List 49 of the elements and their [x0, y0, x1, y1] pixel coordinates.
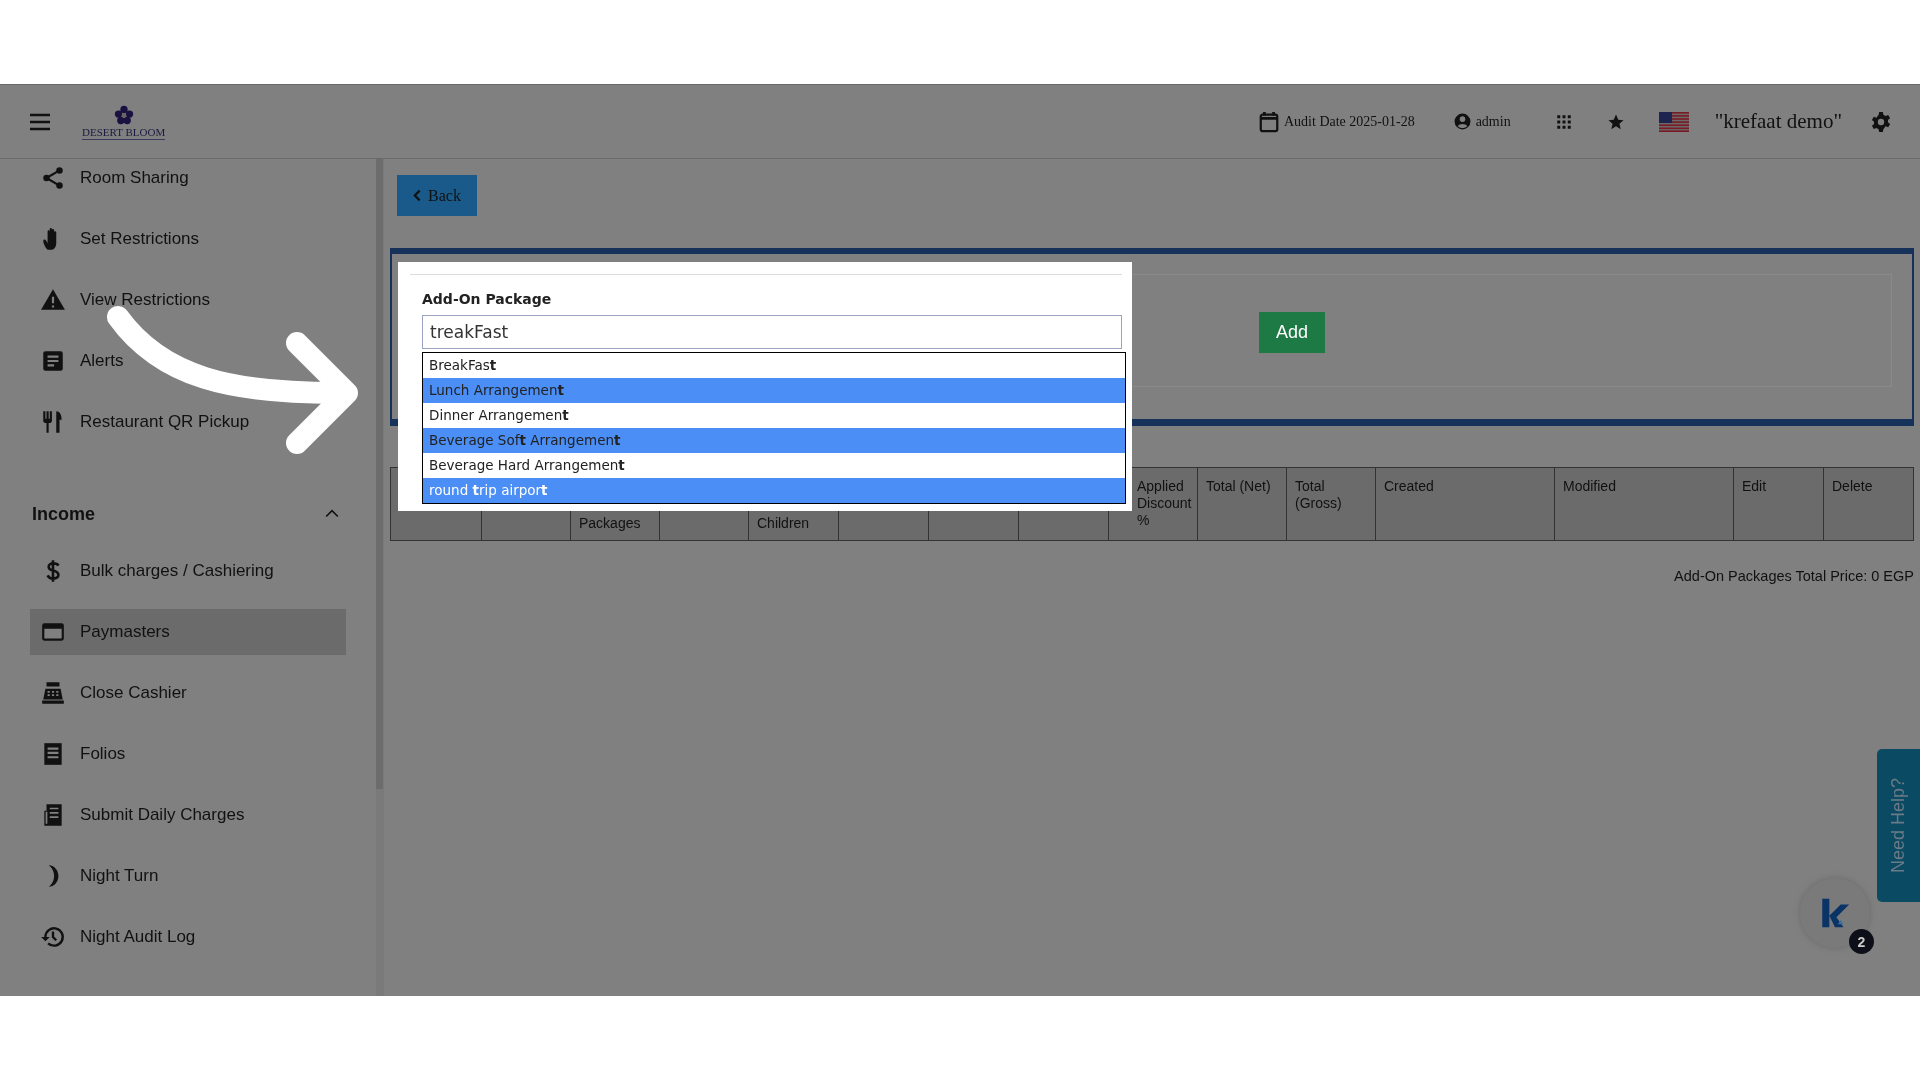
sidebar-item[interactable]: Paymasters: [30, 609, 346, 655]
sidebar-item[interactable]: Folios: [30, 731, 346, 777]
apps-grid-icon: [1554, 112, 1573, 131]
audit-date: Audit Date 2025-01-28: [1284, 113, 1415, 130]
column-label: Delete: [1832, 478, 1873, 495]
cash-register-icon: [40, 680, 66, 706]
suggestion-item[interactable]: BreakFast: [423, 353, 1125, 378]
sidebar-item[interactable]: Night Audit Log: [30, 914, 346, 960]
user-name[interactable]: admin: [1475, 113, 1511, 130]
column-label: Packages: [579, 515, 641, 532]
total-price: Add-On Packages Total Price: 0 EGP: [1673, 568, 1914, 584]
column-label: Total (Gross): [1295, 478, 1343, 512]
back-button[interactable]: Back: [397, 175, 477, 216]
notification-badge: 2: [1849, 929, 1874, 954]
column-label: Applied Discount %: [1137, 478, 1193, 529]
sidebar-item[interactable]: Submit Daily Charges: [30, 792, 346, 838]
settings-icon: [1870, 110, 1892, 133]
suggestion-item[interactable]: round trip airport: [423, 478, 1125, 503]
note-icon: [40, 348, 66, 374]
column-label: Modified: [1563, 478, 1616, 495]
calendar-icon: [1258, 110, 1280, 133]
suggestion-item[interactable]: Beverage Soft Arrangement: [423, 428, 1125, 453]
column-label: Edit: [1742, 478, 1767, 495]
history-icon: [40, 924, 66, 950]
suggestion-item[interactable]: Dinner Arrangement: [423, 403, 1125, 428]
sidebar-item[interactable]: Close Cashier: [30, 670, 346, 716]
sidebar-item[interactable]: Night Turn: [30, 853, 346, 899]
add-button[interactable]: Add: [1259, 312, 1325, 353]
user-icon: [1452, 112, 1472, 131]
field-label: Add-On Package: [410, 274, 1122, 307]
chat-launcher[interactable]: [1800, 878, 1870, 948]
share-icon: [40, 165, 66, 191]
section-title[interactable]: Income: [30, 503, 96, 525]
logo[interactable]: DESERT BLOOM: [82, 103, 166, 140]
column-label: Created: [1384, 478, 1434, 495]
column-label: Total (Net): [1206, 478, 1271, 495]
sidebar-item[interactable]: Alerts: [30, 338, 346, 384]
column-label: Children: [757, 515, 810, 532]
sidebar-item[interactable]: View Restrictions: [30, 277, 346, 323]
sidebar-item[interactable]: Room Sharing: [30, 155, 346, 201]
sidebar-item[interactable]: Bulk charges / Cashiering: [30, 548, 346, 594]
suggestion-item[interactable]: Lunch Arrangement: [423, 378, 1125, 403]
warning-icon: [40, 287, 66, 313]
flag-icon: [1658, 111, 1689, 132]
suggestion-item[interactable]: Beverage Hard Arrangement: [423, 453, 1125, 478]
package-input[interactable]: treakFast: [422, 315, 1122, 349]
profile-name[interactable]: "krefaat demo": [1714, 109, 1842, 134]
sidebar-item[interactable]: Restaurant QR Pickup: [30, 399, 346, 445]
sidebar-item[interactable]: Set Restrictions: [30, 216, 346, 262]
